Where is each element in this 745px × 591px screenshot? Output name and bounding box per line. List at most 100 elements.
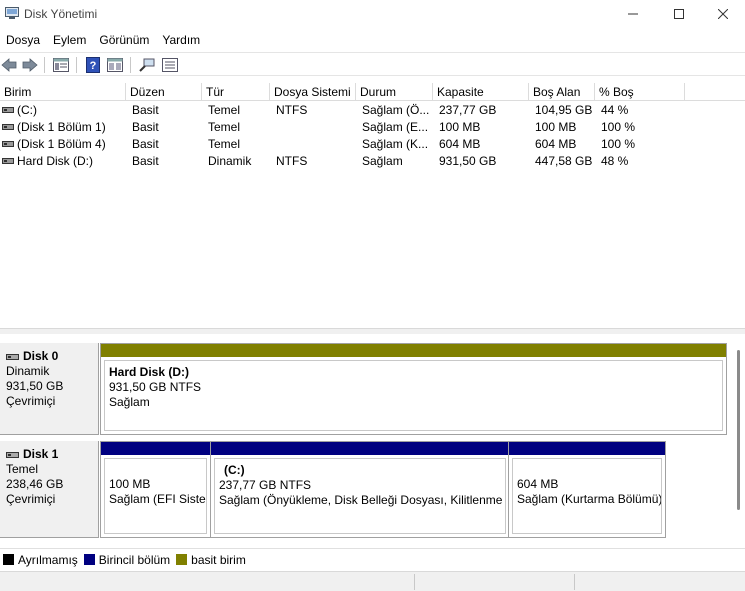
- help-icon: ?: [86, 57, 100, 73]
- cell-volume-name: (C:): [17, 103, 37, 117]
- column-header-status[interactable]: Durum: [356, 83, 433, 101]
- disk-1-type: Temel: [6, 462, 39, 476]
- partition-status: Sağlam (Kurtarma Bölümü): [517, 492, 662, 506]
- partition-c-info: (C:) 237,77 GB NTFS Sağlam (Önyükleme, D…: [214, 458, 506, 534]
- cell-type: Dinamik: [208, 154, 252, 168]
- minimize-button[interactable]: [610, 0, 656, 28]
- partition-size: 931,50 GB NTFS: [109, 380, 202, 394]
- menu-bar: Dosya Eylem Görünüm Yardım: [0, 30, 745, 50]
- cell-percent-free: 48 %: [601, 154, 629, 168]
- cell-file-system: NTFS: [276, 154, 308, 168]
- disk-0-type: Dinamik: [6, 364, 50, 378]
- column-header-type[interactable]: Tür: [202, 83, 270, 101]
- partition-c[interactable]: (C:) 237,77 GB NTFS Sağlam (Önyükleme, D…: [210, 441, 510, 538]
- partition-hard-disk-d-info: Hard Disk (D:) 931,50 GB NTFS Sağlam: [104, 360, 723, 431]
- menu-view[interactable]: Görünüm: [93, 33, 156, 47]
- partition-efi-system[interactable]: 100 MB Sağlam (EFI Sistem: [100, 441, 211, 538]
- cell-capacity: 237,77 GB: [439, 103, 497, 117]
- cell-type: Temel: [208, 137, 241, 151]
- properties-button[interactable]: [52, 56, 70, 74]
- partition-size: 100 MB: [109, 477, 151, 491]
- disk-management-app-icon: [5, 7, 19, 19]
- rescan-icon: [139, 58, 155, 72]
- partition-hard-disk-d[interactable]: Hard Disk (D:) 931,50 GB NTFS Sağlam: [100, 343, 727, 435]
- console-view-button[interactable]: [106, 56, 124, 74]
- cell-percent-free: 100 %: [601, 120, 636, 134]
- partition-status: Sağlam (Önyükleme, Disk Belleği Dosyası,…: [219, 493, 506, 507]
- legend-unallocated: Ayrılmamış: [18, 552, 78, 567]
- cell-status: Sağlam (K...: [362, 137, 429, 151]
- forward-arrow-icon: [22, 58, 38, 72]
- minimize-icon: [628, 13, 638, 15]
- svg-text:?: ?: [90, 60, 97, 72]
- cell-file-system: [276, 136, 356, 153]
- cell-percent-free: 100 %: [601, 137, 636, 151]
- column-header-file-system[interactable]: Dosya Sistemi: [270, 83, 356, 101]
- close-button[interactable]: [700, 0, 745, 28]
- cell-file-system: [276, 119, 356, 136]
- legend-simple: basit birim: [191, 552, 246, 567]
- volume-row[interactable]: (Disk 1 Bölüm 4) Basit Temel Sağlam (K... 60…: [0, 136, 745, 153]
- maximize-icon: [674, 9, 684, 19]
- cell-volume-name: Hard Disk (D:): [17, 154, 94, 168]
- disk-1-size: 238,46 GB: [6, 477, 64, 491]
- disk-0-name-row: Disk 0: [6, 349, 98, 364]
- partition-color-bar: [211, 442, 509, 455]
- help-button[interactable]: ?: [84, 56, 102, 74]
- vertical-scrollbar[interactable]: [733, 350, 745, 544]
- cell-free-space: 447,58 GB: [535, 154, 593, 168]
- partition-size: 237,77 GB NTFS: [219, 478, 312, 492]
- column-header-capacity[interactable]: Kapasite: [433, 83, 529, 101]
- back-button[interactable]: [0, 56, 18, 74]
- column-header-layout[interactable]: Düzen: [126, 83, 202, 101]
- rescan-button[interactable]: [138, 56, 156, 74]
- cell-free-space: 100 MB: [535, 120, 577, 134]
- partition-title: (C:): [224, 463, 245, 477]
- cell-volume-name: (Disk 1 Bölüm 1): [17, 120, 106, 134]
- menu-help[interactable]: Yardım: [156, 33, 207, 47]
- disk-0-label[interactable]: Disk 0 Dinamik 931,50 GB Çevrimiçi: [0, 343, 99, 435]
- menu-file[interactable]: Dosya: [0, 33, 47, 47]
- disk-0-status: Çevrimiçi: [6, 394, 56, 408]
- cell-status: Sağlam (Ö...: [362, 103, 430, 117]
- column-header-free-space[interactable]: Boş Alan: [529, 83, 595, 101]
- cell-capacity: 100 MB: [439, 120, 481, 134]
- volume-row[interactable]: (Disk 1 Bölüm 1) Basit Temel Sağlam (E... 10…: [0, 119, 745, 136]
- cell-free-space: 604 MB: [535, 137, 577, 151]
- volume-list: Birim Düzen Tür Dosya Sistemi Durum Kapa…: [0, 82, 745, 328]
- legend-swatch-unallocated: [3, 554, 14, 565]
- partition-title: Hard Disk (D:): [109, 365, 190, 379]
- settings-list-button[interactable]: [161, 56, 179, 74]
- column-header-volume[interactable]: Birim: [0, 83, 126, 101]
- disk-1-name: Disk 1: [23, 447, 59, 461]
- partition-efi-system-info: 100 MB Sağlam (EFI Sistem: [104, 458, 207, 534]
- toolbar: ?: [0, 52, 745, 76]
- cell-layout: Basit: [132, 154, 159, 168]
- volume-list-header: Birim Düzen Tür Dosya Sistemi Durum Kapa…: [0, 83, 745, 101]
- menu-action[interactable]: Eylem: [47, 33, 93, 47]
- cell-capacity: 931,50 GB: [439, 154, 497, 168]
- maximize-button[interactable]: [656, 0, 702, 28]
- back-arrow-icon: [1, 58, 17, 72]
- volume-drive-icon: [2, 107, 14, 113]
- cell-capacity: 604 MB: [439, 137, 481, 151]
- column-header-percent-free[interactable]: % Boş: [595, 83, 685, 101]
- legend-swatch-simple: [176, 554, 188, 565]
- disk-1-label[interactable]: Disk 1 Temel 238,46 GB Çevrimiçi: [0, 441, 99, 538]
- legend-swatch-primary: [83, 554, 95, 565]
- forward-button[interactable]: [21, 56, 39, 74]
- volume-row[interactable]: Hard Disk (D:) Basit Dinamik NTFS Sağlam 931,…: [0, 153, 745, 170]
- cell-type: Temel: [208, 120, 241, 134]
- window-title: Disk Yönetimi: [24, 7, 98, 21]
- partition-recovery-info: 604 MB Sağlam (Kurtarma Bölümü): [512, 458, 662, 534]
- cell-status: Sağlam: [362, 154, 403, 168]
- partition-recovery[interactable]: 604 MB Sağlam (Kurtarma Bölümü): [508, 441, 666, 538]
- title-bar: Disk Yönetimi: [0, 0, 745, 28]
- disk-drive-icon: [6, 451, 19, 458]
- cell-free-space: 104,95 GB: [535, 103, 593, 117]
- volume-row[interactable]: (C:) Basit Temel NTFS Sağlam (Ö... 237,77 GB 1…: [0, 102, 745, 119]
- scrollbar-thumb[interactable]: [737, 350, 740, 510]
- disk-1-status: Çevrimiçi: [6, 492, 56, 506]
- cell-file-system: NTFS: [276, 103, 308, 117]
- status-bar: [0, 571, 745, 591]
